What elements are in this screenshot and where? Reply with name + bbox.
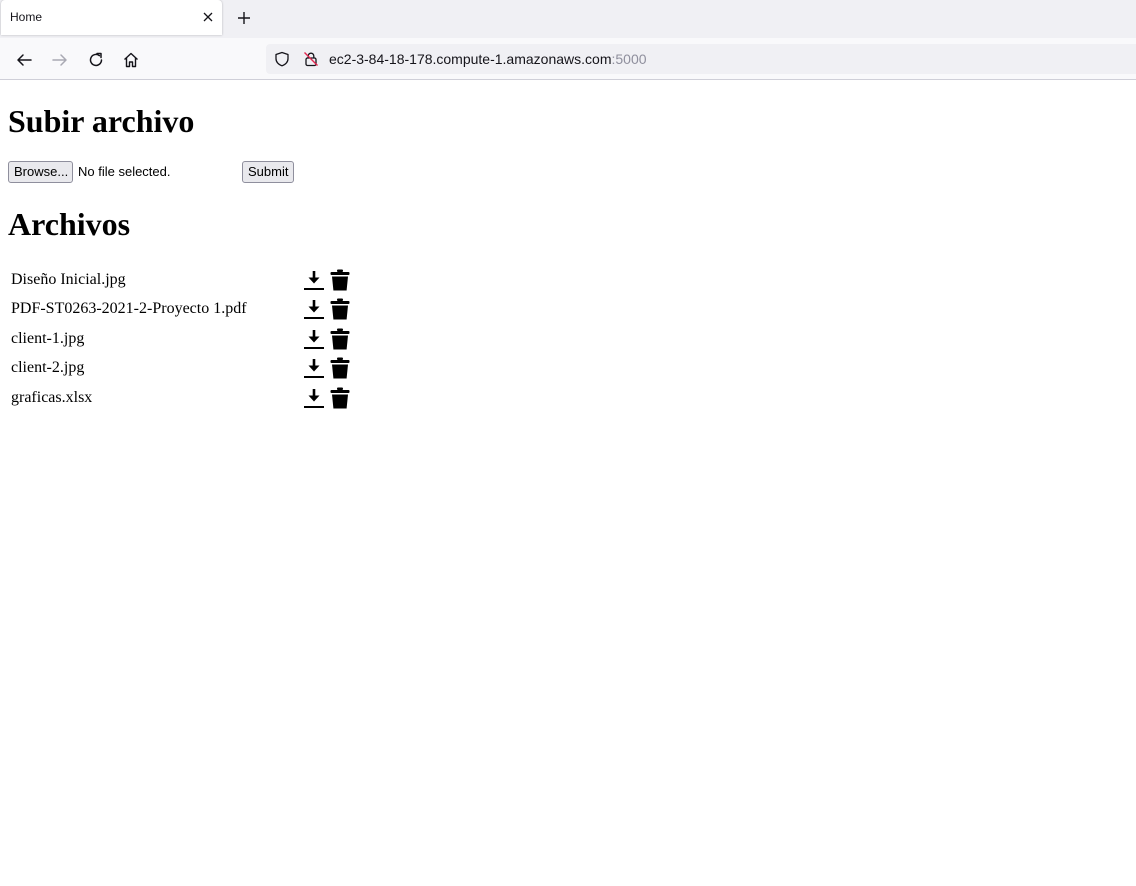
file-status: No file selected. bbox=[78, 164, 171, 179]
table-row: Diseño Inicial.jpg bbox=[10, 266, 356, 294]
submit-button[interactable]: Submit bbox=[242, 161, 294, 183]
tab-title: Home bbox=[10, 10, 43, 24]
url-text: ec2-3-84-18-178.compute-1.amazonaws.com:… bbox=[329, 51, 647, 67]
new-tab-icon[interactable] bbox=[236, 10, 252, 26]
url-bar[interactable]: ec2-3-84-18-178.compute-1.amazonaws.com:… bbox=[266, 44, 1136, 74]
shield-icon[interactable] bbox=[274, 51, 290, 67]
table-row: client-2.jpg bbox=[10, 355, 356, 383]
trash-icon[interactable] bbox=[329, 328, 351, 350]
file-actions bbox=[302, 296, 356, 324]
url-host: ec2-3-84-18-178.compute-1.amazonaws.com bbox=[329, 51, 612, 67]
tab-bar: Home bbox=[0, 0, 1136, 38]
file-actions bbox=[302, 384, 356, 412]
file-name: client-1.jpg bbox=[11, 329, 85, 347]
files-table: Diseño Inicial.jpg PDF-ST0263-2021-2-Proy… bbox=[8, 264, 358, 414]
forward-icon[interactable] bbox=[51, 51, 69, 69]
insecure-lock-icon[interactable] bbox=[303, 51, 319, 67]
trash-icon[interactable] bbox=[329, 269, 351, 291]
back-icon[interactable] bbox=[15, 51, 33, 69]
file-name: Diseño Inicial.jpg bbox=[11, 270, 126, 288]
trash-icon[interactable] bbox=[329, 387, 351, 409]
tab-home[interactable]: Home bbox=[1, 0, 222, 35]
file-name: PDF-ST0263-2021-2-Proyecto 1.pdf bbox=[11, 300, 247, 318]
table-row: PDF-ST0263-2021-2-Proyecto 1.pdf bbox=[10, 296, 356, 324]
download-icon[interactable] bbox=[303, 328, 325, 350]
url-port: :5000 bbox=[611, 51, 647, 67]
nav-bar: ec2-3-84-18-178.compute-1.amazonaws.com:… bbox=[0, 38, 1136, 80]
files-heading: Archivos bbox=[8, 206, 131, 242]
file-name: graficas.xlsx bbox=[11, 388, 93, 406]
upload-heading: Subir archivo bbox=[8, 103, 195, 139]
table-row: client-1.jpg bbox=[10, 325, 356, 353]
home-icon[interactable] bbox=[122, 51, 140, 69]
file-name: client-2.jpg bbox=[11, 359, 85, 377]
close-icon[interactable] bbox=[201, 10, 215, 24]
browse-button[interactable]: Browse... bbox=[8, 161, 73, 183]
file-actions bbox=[302, 266, 356, 294]
reload-icon[interactable] bbox=[87, 51, 105, 69]
trash-icon[interactable] bbox=[329, 298, 351, 320]
download-icon[interactable] bbox=[303, 298, 325, 320]
download-icon[interactable] bbox=[303, 357, 325, 379]
page-content: Subir archivo Browse... No file selected… bbox=[0, 80, 1136, 886]
table-row: graficas.xlsx bbox=[10, 384, 356, 412]
download-icon[interactable] bbox=[303, 387, 325, 409]
download-icon[interactable] bbox=[303, 269, 325, 291]
trash-icon[interactable] bbox=[329, 357, 351, 379]
file-actions bbox=[302, 355, 356, 383]
file-actions bbox=[302, 325, 356, 353]
